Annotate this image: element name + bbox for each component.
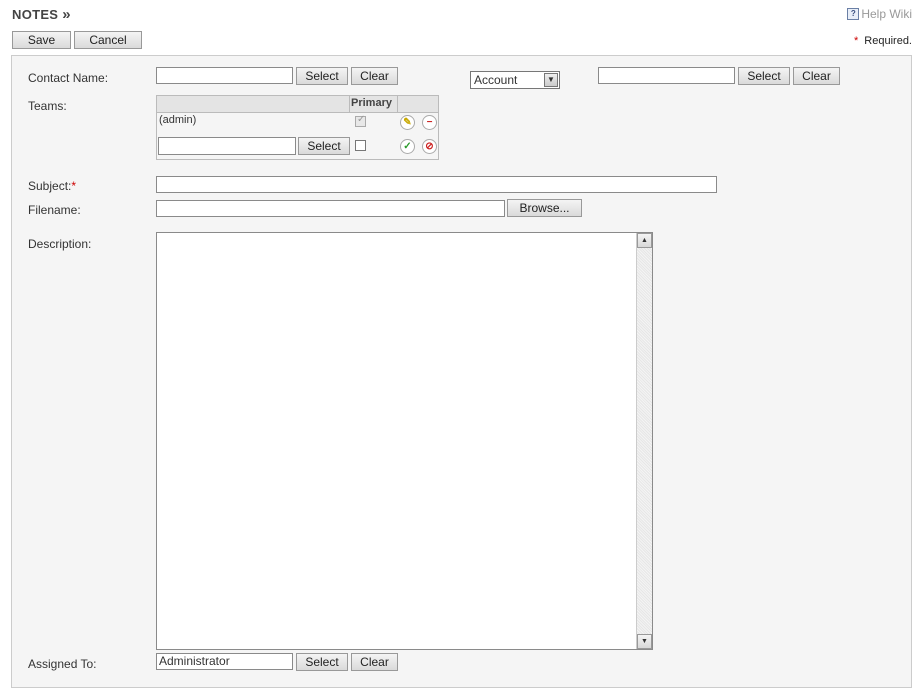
teams-table: Primary (admin) ✎ − Select ✓ ⊘ bbox=[156, 95, 439, 160]
browse-button[interactable]: Browse... bbox=[507, 199, 582, 217]
teams-label: Teams: bbox=[28, 99, 67, 113]
team-row-name: (admin) bbox=[159, 114, 197, 126]
subject-required-star: * bbox=[71, 179, 77, 193]
description-scrollbar[interactable]: ▲ ▼ bbox=[636, 233, 652, 649]
teams-column-divider bbox=[349, 96, 350, 112]
help-wiki-link[interactable]: ? Help Wiki bbox=[847, 7, 912, 21]
parent-name-input[interactable] bbox=[598, 67, 735, 84]
subject-label: Subject:* bbox=[28, 179, 76, 193]
title-chevron-icon: » bbox=[62, 6, 71, 23]
scroll-down-arrow-icon[interactable]: ▼ bbox=[637, 634, 652, 649]
assigned-to-clear-button[interactable]: Clear bbox=[351, 653, 398, 671]
description-label: Description: bbox=[28, 237, 92, 251]
parent-type-select[interactable]: Account ▼ bbox=[470, 71, 560, 89]
contact-name-label: Contact Name: bbox=[28, 71, 109, 85]
required-note: * Required. bbox=[854, 35, 912, 47]
new-team-primary-checkbox[interactable] bbox=[355, 140, 366, 151]
teams-header-row bbox=[157, 96, 438, 113]
page-title-text: NOTES bbox=[12, 7, 59, 22]
cancel-button[interactable]: Cancel bbox=[74, 31, 142, 49]
contact-name-input[interactable] bbox=[156, 67, 293, 84]
contact-name-select-button[interactable]: Select bbox=[296, 67, 348, 85]
edit-pencil-icon[interactable]: ✎ bbox=[400, 115, 415, 130]
cancel-ban-icon[interactable]: ⊘ bbox=[422, 139, 437, 154]
dropdown-arrow-icon: ▼ bbox=[544, 73, 558, 87]
teams-column-divider bbox=[397, 96, 398, 112]
team-row-primary-checkbox bbox=[355, 114, 366, 127]
filename-label: Filename: bbox=[28, 203, 81, 217]
page-title: NOTES» bbox=[12, 6, 71, 23]
question-help-icon: ? bbox=[847, 8, 860, 20]
help-wiki-label: Help Wiki bbox=[861, 7, 912, 21]
assigned-to-label: Assigned To: bbox=[28, 657, 97, 671]
contact-name-clear-button[interactable]: Clear bbox=[351, 67, 398, 85]
new-team-select-button[interactable]: Select bbox=[298, 137, 350, 155]
subject-label-text: Subject: bbox=[28, 179, 72, 193]
remove-minus-icon[interactable]: − bbox=[422, 115, 437, 130]
parent-select-button[interactable]: Select bbox=[738, 67, 790, 85]
required-label: Required. bbox=[864, 35, 912, 47]
parent-clear-button[interactable]: Clear bbox=[793, 67, 840, 85]
save-button[interactable]: Save bbox=[12, 31, 71, 49]
teams-primary-header: Primary bbox=[351, 97, 392, 109]
scroll-up-arrow-icon[interactable]: ▲ bbox=[637, 233, 652, 248]
filename-input[interactable] bbox=[156, 200, 505, 217]
assigned-to-input[interactable]: Administrator bbox=[156, 653, 293, 670]
subject-input[interactable] bbox=[156, 176, 717, 193]
required-star: * bbox=[854, 35, 859, 47]
description-textarea[interactable]: ▲ ▼ bbox=[156, 232, 653, 650]
new-team-input[interactable] bbox=[158, 137, 296, 155]
parent-type-value: Account bbox=[474, 73, 518, 87]
confirm-check-icon[interactable]: ✓ bbox=[400, 139, 415, 154]
assigned-to-select-button[interactable]: Select bbox=[296, 653, 348, 671]
